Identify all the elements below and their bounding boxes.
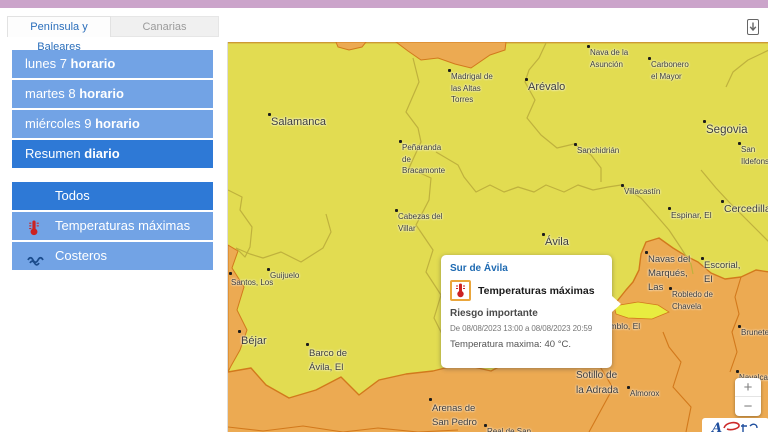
filter-button-label: Costeros [55, 248, 107, 263]
region-tabs: Península y Baleares Canarias [7, 16, 219, 37]
popup-warning-row: Temperaturas máximas [450, 280, 608, 301]
day-button-group: lunes 7 horariomartes 8 horariomiércoles… [12, 50, 213, 168]
warning-icon-box [450, 280, 471, 301]
filter-button-todos[interactable]: Todos [12, 182, 213, 210]
filter-button-costeros[interactable]: Costeros [12, 242, 213, 270]
top-accent-bar [0, 0, 768, 8]
day-button-label: Resumen [25, 146, 84, 161]
warning-popup: Sur de Ávila Temperaturas máximas Riesgo… [441, 255, 612, 368]
map-zoom-controls: + − [735, 378, 761, 416]
map-regions [228, 42, 768, 432]
sidebar: lunes 7 horariomartes 8 horariomiércoles… [12, 50, 213, 272]
aemet-logo[interactable]: A [702, 418, 768, 432]
popup-pointer [612, 296, 621, 312]
day-button-label: miércoles 9 [25, 116, 95, 131]
svg-text:A: A [711, 421, 722, 432]
day-button-label: martes 8 [25, 86, 79, 101]
weather-warnings-app: Península y Baleares Canarias lunes 7 ho… [0, 0, 768, 432]
day-button-label-bold: horario [95, 116, 140, 131]
day-button-miercoles-9[interactable]: miércoles 9 horario [12, 110, 213, 138]
download-icon [744, 17, 762, 37]
popup-zone-link[interactable]: Sur de Ávila [450, 263, 608, 274]
download-button[interactable] [741, 15, 765, 39]
filter-button-group: Todos Temperaturas máximas Costeros [12, 182, 213, 270]
day-button-resumen-diario[interactable]: Resumen diario [12, 140, 213, 168]
day-button-label-bold: diario [84, 146, 119, 161]
tab-canarias[interactable]: Canarias [111, 16, 219, 37]
aemet-logo-icon: A [711, 418, 761, 432]
filter-button-temperaturas-maximas[interactable]: Temperaturas máximas [12, 212, 213, 240]
thermometer-icon [454, 283, 467, 298]
day-button-label-bold: horario [79, 86, 124, 101]
popup-warning-type: Temperaturas máximas [478, 285, 595, 297]
tab-peninsula-baleares[interactable]: Península y Baleares [7, 16, 111, 37]
popup-period: De 08/08/2023 13:00 a 08/08/2023 20:59 [450, 324, 608, 333]
popup-risk-level: Riesgo importante [450, 308, 608, 319]
popup-detail: Temperatura maxima: 40 °C. [450, 339, 608, 350]
zoom-in-button[interactable]: + [735, 378, 761, 397]
filter-button-label: Temperaturas máximas [55, 218, 190, 233]
filter-button-label: Todos [55, 188, 90, 203]
day-button-martes-8[interactable]: martes 8 horario [12, 80, 213, 108]
sidebar-gap [12, 170, 213, 182]
zoom-out-button[interactable]: − [735, 397, 761, 416]
thermometer-icon [27, 218, 45, 234]
waves-icon [27, 248, 45, 264]
day-button-label-bold: horario [71, 56, 116, 71]
day-button-label: lunes 7 [25, 56, 71, 71]
warning-map[interactable]: SalamancaMadrigal delas AltasTorresPeñar… [227, 42, 768, 432]
